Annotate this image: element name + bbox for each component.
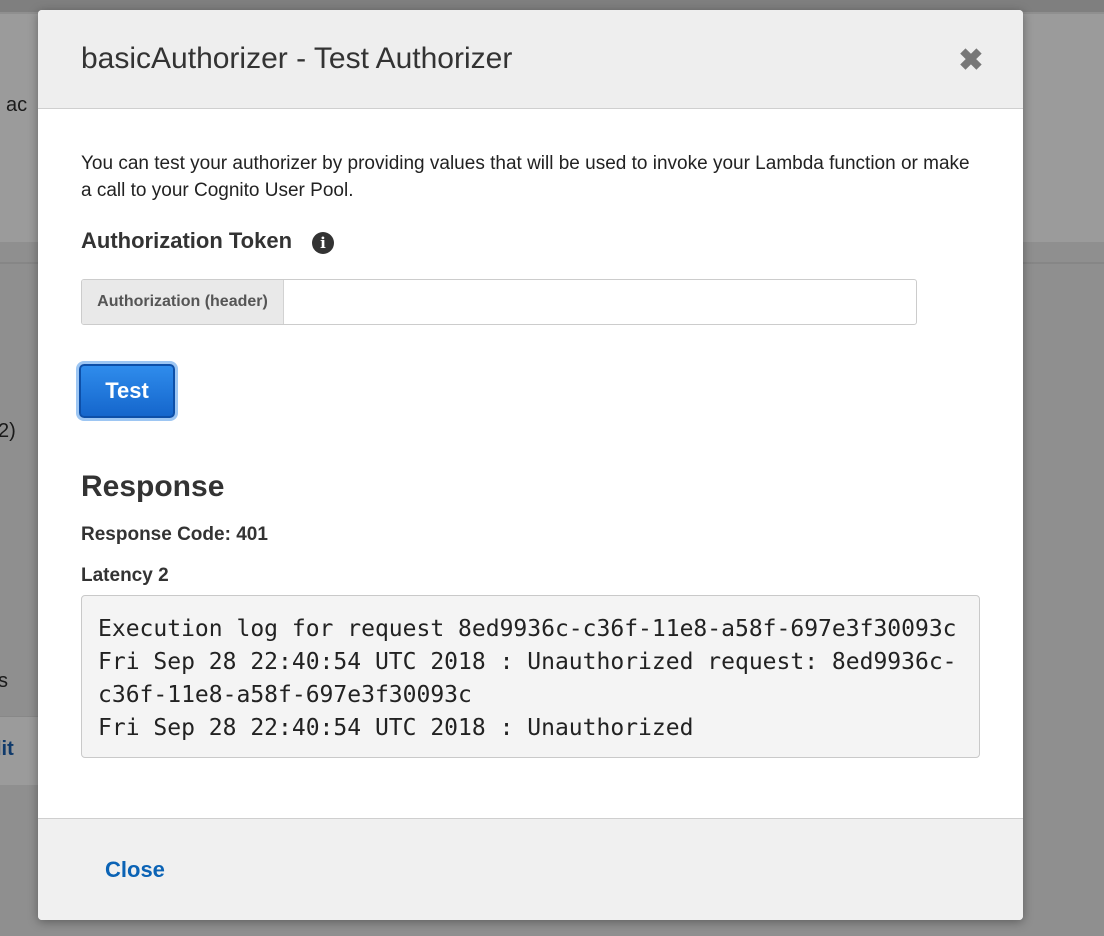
- authorization-header-group: Authorization (header): [81, 279, 917, 325]
- execution-log: Execution log for request 8ed9936c-c36f-…: [81, 595, 980, 758]
- response-latency: Latency 2: [81, 565, 169, 586]
- background-text-fragment: s: [0, 670, 8, 692]
- response-heading: Response: [81, 470, 225, 503]
- test-button[interactable]: Test: [79, 364, 175, 418]
- authorization-header-input[interactable]: [284, 280, 914, 324]
- info-icon[interactable]: i: [312, 232, 334, 254]
- authorization-token-label: Authorization Token: [81, 228, 293, 253]
- dialog-header: basicAuthorizer - Test Authorizer ✖: [38, 10, 1023, 109]
- response-code: Response Code: 401: [81, 524, 268, 545]
- dialog-intro-text: You can test your authorizer by providin…: [81, 153, 970, 201]
- close-button[interactable]: Close: [105, 857, 165, 883]
- authorization-header-addon: Authorization (header): [82, 280, 284, 324]
- test-authorizer-dialog: basicAuthorizer - Test Authorizer ✖ You …: [38, 10, 1023, 920]
- background-link-fragment: lit: [0, 738, 14, 760]
- dialog-footer: Close: [38, 818, 1023, 920]
- background-text-fragment: l ac: [0, 94, 28, 116]
- dialog-title: basicAuthorizer - Test Authorizer: [81, 42, 513, 75]
- close-icon[interactable]: ✖: [956, 46, 986, 76]
- background-text-fragment: 2): [0, 420, 16, 442]
